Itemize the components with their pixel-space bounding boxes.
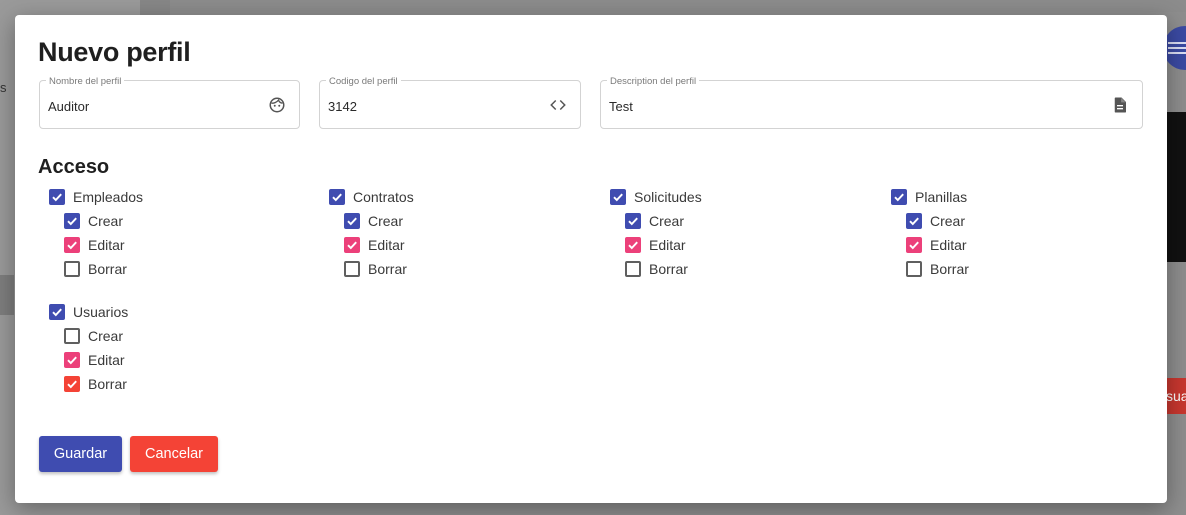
checkbox-icon[interactable] bbox=[64, 328, 80, 344]
profile-name-field[interactable]: Nombre del perfil bbox=[39, 77, 300, 129]
profile-code-input[interactable] bbox=[328, 95, 538, 117]
group-label: Usuarios bbox=[73, 304, 129, 320]
perm-label: Borrar bbox=[88, 261, 127, 277]
perm-label: Editar bbox=[930, 237, 967, 253]
profile-name-input[interactable] bbox=[48, 95, 257, 117]
checkbox-icon[interactable] bbox=[64, 376, 80, 392]
perm-solicitudes-editar[interactable]: Editar bbox=[625, 235, 686, 255]
new-profile-dialog: Nuevo perfil Nombre del perfil Codigo de… bbox=[15, 15, 1167, 503]
group-checkbox-empleados[interactable]: Empleados bbox=[49, 187, 143, 207]
group-checkbox-planillas[interactable]: Planillas bbox=[891, 187, 967, 207]
background-red-button: sua bbox=[1166, 378, 1186, 414]
background-dark-panel bbox=[1166, 112, 1186, 262]
group-label: Planillas bbox=[915, 189, 968, 205]
profile-description-label: Description del perfil bbox=[607, 77, 700, 87]
perm-planillas-crear[interactable]: Crear bbox=[906, 211, 965, 231]
group-checkbox-solicitudes[interactable]: Solicitudes bbox=[610, 187, 702, 207]
perm-label: Crear bbox=[368, 213, 404, 229]
perm-usuarios-crear[interactable]: Crear bbox=[64, 326, 123, 346]
group-checkbox-usuarios[interactable]: Usuarios bbox=[49, 302, 128, 322]
perm-label: Borrar bbox=[930, 261, 969, 277]
background-sidebar-active-row bbox=[0, 275, 14, 315]
perm-label: Editar bbox=[88, 237, 125, 253]
perm-label: Editar bbox=[649, 237, 686, 253]
document-icon bbox=[1111, 96, 1129, 114]
checkbox-icon[interactable] bbox=[329, 189, 345, 205]
cancel-button[interactable]: Cancelar bbox=[130, 436, 218, 472]
perm-label: Editar bbox=[368, 237, 405, 253]
access-section-title: Acceso bbox=[38, 156, 110, 178]
profile-description-input[interactable] bbox=[609, 95, 1100, 117]
perm-label: Crear bbox=[649, 213, 685, 229]
checkbox-icon[interactable] bbox=[49, 304, 65, 320]
perm-usuarios-editar[interactable]: Editar bbox=[64, 350, 125, 370]
profile-name-label: Nombre del perfil bbox=[46, 77, 125, 87]
perm-label: Crear bbox=[88, 213, 124, 229]
background-sidebar-text: s bbox=[0, 80, 7, 95]
perm-planillas-editar[interactable]: Editar bbox=[906, 235, 967, 255]
checkbox-icon[interactable] bbox=[64, 213, 80, 229]
checkbox-icon[interactable] bbox=[344, 261, 360, 277]
perm-label: Crear bbox=[88, 328, 124, 344]
perm-label: Borrar bbox=[368, 261, 407, 277]
save-button[interactable]: Guardar bbox=[39, 436, 122, 472]
code-icon bbox=[549, 96, 567, 114]
group-checkbox-contratos[interactable]: Contratos bbox=[329, 187, 414, 207]
profile-code-field[interactable]: Codigo del perfil bbox=[319, 77, 581, 129]
group-label: Solicitudes bbox=[634, 189, 702, 205]
perm-contratos-borrar[interactable]: Borrar bbox=[344, 259, 407, 279]
perm-usuarios-borrar[interactable]: Borrar bbox=[64, 374, 127, 394]
checkbox-icon[interactable] bbox=[625, 261, 641, 277]
perm-label: Borrar bbox=[88, 376, 127, 392]
dialog-title: Nuevo perfil bbox=[38, 37, 191, 67]
perm-empleados-crear[interactable]: Crear bbox=[64, 211, 123, 231]
perm-empleados-editar[interactable]: Editar bbox=[64, 235, 125, 255]
checkbox-icon[interactable] bbox=[344, 213, 360, 229]
perm-contratos-crear[interactable]: Crear bbox=[344, 211, 403, 231]
perm-label: Editar bbox=[88, 352, 125, 368]
face-icon bbox=[268, 96, 286, 114]
checkbox-icon[interactable] bbox=[906, 213, 922, 229]
perm-contratos-editar[interactable]: Editar bbox=[344, 235, 405, 255]
perm-planillas-borrar[interactable]: Borrar bbox=[906, 259, 969, 279]
checkbox-icon[interactable] bbox=[49, 189, 65, 205]
group-label: Empleados bbox=[73, 189, 144, 205]
checkbox-icon[interactable] bbox=[625, 213, 641, 229]
checkbox-icon[interactable] bbox=[64, 237, 80, 253]
checkbox-icon[interactable] bbox=[64, 352, 80, 368]
perm-empleados-borrar[interactable]: Borrar bbox=[64, 259, 127, 279]
menu-icon bbox=[1168, 42, 1186, 57]
checkbox-icon[interactable] bbox=[891, 189, 907, 205]
checkbox-icon[interactable] bbox=[906, 261, 922, 277]
checkbox-icon[interactable] bbox=[906, 237, 922, 253]
perm-solicitudes-borrar[interactable]: Borrar bbox=[625, 259, 688, 279]
profile-code-label: Codigo del perfil bbox=[326, 77, 401, 87]
profile-description-field[interactable]: Description del perfil bbox=[600, 77, 1143, 129]
perm-solicitudes-crear[interactable]: Crear bbox=[625, 211, 684, 231]
background-red-button-label: sua bbox=[1166, 388, 1186, 404]
checkbox-icon[interactable] bbox=[610, 189, 626, 205]
checkbox-icon[interactable] bbox=[64, 261, 80, 277]
perm-label: Crear bbox=[930, 213, 966, 229]
perm-label: Borrar bbox=[649, 261, 688, 277]
checkbox-icon[interactable] bbox=[344, 237, 360, 253]
checkbox-icon[interactable] bbox=[625, 237, 641, 253]
group-label: Contratos bbox=[353, 189, 414, 205]
